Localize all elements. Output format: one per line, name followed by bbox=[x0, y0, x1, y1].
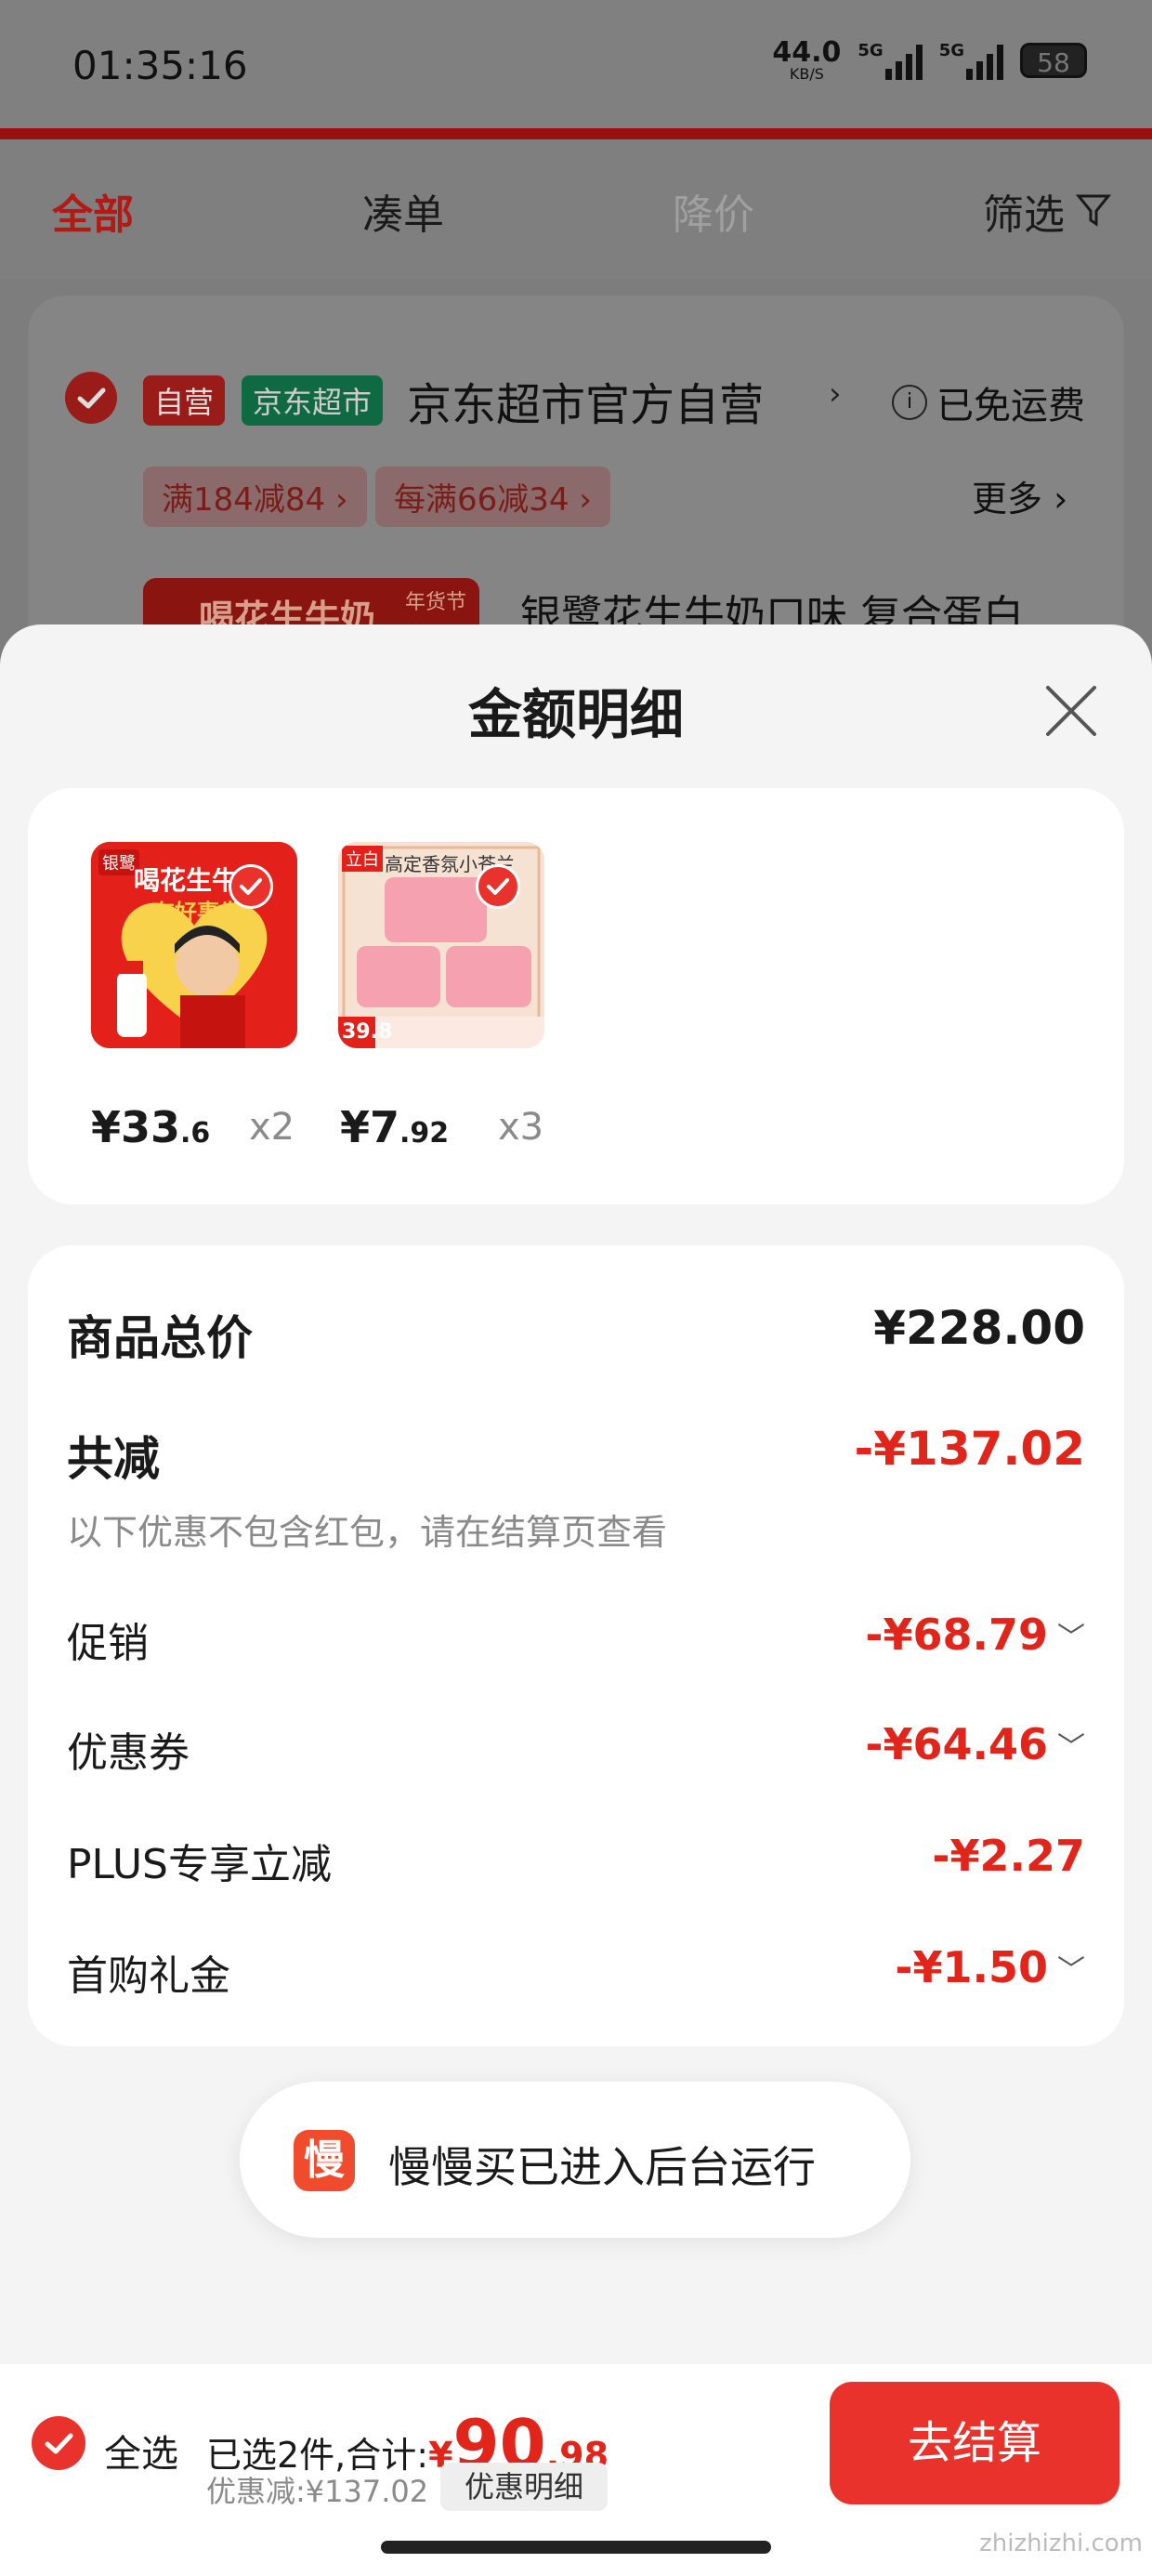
sheet-title: 金额明细 bbox=[467, 683, 684, 746]
product-check-icon[interactable] bbox=[476, 864, 520, 909]
close-button[interactable] bbox=[1039, 678, 1104, 743]
filter-button[interactable]: 筛选 bbox=[983, 181, 1111, 241]
watermark: zhizhizhi.com bbox=[979, 2530, 1143, 2557]
status-time: 01:35:16 bbox=[72, 43, 248, 88]
coupon-row-value[interactable]: -¥64.46 ﹀ bbox=[865, 1719, 1085, 1769]
chevron-down-icon: ﹀ bbox=[1057, 1622, 1085, 1654]
plus-label: PLUS专享立减 bbox=[67, 1841, 332, 1888]
total-value: ¥228.00 bbox=[873, 1301, 1085, 1355]
shop-name[interactable]: 京东超市官方自营 bbox=[407, 368, 764, 433]
saved-amount: 优惠减:¥137.02 bbox=[206, 2474, 429, 2509]
promo-label: 促销 bbox=[67, 1620, 149, 1667]
self-badge: 自营 bbox=[143, 375, 226, 426]
discount-note: 以下优惠不包含红包，请在结算页查看 bbox=[67, 1512, 668, 1553]
thumb-caption: 有好事发 bbox=[152, 900, 242, 926]
first-buy-label: 首购礼金 bbox=[67, 1952, 230, 2000]
chevron-down-icon: ﹀ bbox=[1057, 1731, 1085, 1764]
promo-tag[interactable]: 满184减84 › bbox=[143, 467, 367, 527]
market-badge: 京东超市 bbox=[242, 375, 384, 426]
thumb-price: 39.8 bbox=[342, 1020, 393, 1044]
coupon-label: 优惠券 bbox=[67, 1729, 190, 1777]
total-label: 商品总价 bbox=[67, 1311, 253, 1365]
select-all-label[interactable]: 全选 bbox=[104, 2424, 178, 2477]
home-indicator[interactable] bbox=[381, 2541, 771, 2554]
header-divider bbox=[0, 128, 1152, 139]
shop-arrow-icon: › bbox=[829, 375, 842, 413]
info-icon: i bbox=[892, 385, 927, 420]
promo-row-value[interactable]: -¥68.79 ﹀ bbox=[865, 1610, 1085, 1660]
discount-value: -¥137.02 bbox=[854, 1422, 1086, 1476]
select-all-check-icon[interactable] bbox=[32, 2416, 85, 2470]
more-link[interactable]: 更多 › bbox=[972, 470, 1067, 521]
signal-5g-1: 5G bbox=[857, 41, 923, 80]
tab-price-drop[interactable]: 降价 bbox=[673, 181, 754, 241]
plus-value: -¥2.27 bbox=[932, 1831, 1085, 1881]
shipping-info: i 已免运费 bbox=[892, 375, 1085, 429]
product-price: ¥33.6 bbox=[91, 1102, 211, 1152]
net-speed: 44.0 KB/S bbox=[772, 36, 842, 83]
signal-icon bbox=[884, 41, 923, 80]
discount-detail-button[interactable]: 优惠明细 bbox=[440, 2463, 608, 2511]
product-check-icon[interactable] bbox=[229, 864, 273, 909]
app-icon: 慢 bbox=[294, 2130, 355, 2191]
discount-label: 共减 bbox=[67, 1432, 160, 1486]
brand-logo: 立白 bbox=[342, 846, 383, 872]
product-qty: x3 bbox=[498, 1106, 544, 1149]
tab-bar bbox=[0, 139, 1152, 279]
product-qty: x2 bbox=[249, 1106, 295, 1149]
signal-icon bbox=[966, 41, 1003, 80]
checkout-button[interactable]: 去结算 bbox=[830, 2382, 1119, 2504]
first-buy-row-value[interactable]: -¥1.50 ﹀ bbox=[895, 1942, 1085, 1992]
status-indicators: 44.0 KB/S 5G 5G 58 bbox=[772, 39, 1087, 82]
tab-all[interactable]: 全部 bbox=[52, 181, 134, 241]
toast-text: 慢慢买已进入后台运行 bbox=[388, 2142, 816, 2192]
tab-bundle[interactable]: 凑单 bbox=[362, 181, 444, 241]
shop-check-icon[interactable] bbox=[65, 372, 117, 424]
chevron-down-icon: ﹀ bbox=[1057, 1954, 1085, 1987]
battery-icon: 58 bbox=[1020, 43, 1087, 78]
close-icon bbox=[1046, 686, 1096, 736]
product-price: ¥7.92 bbox=[340, 1102, 450, 1152]
signal-5g-2: 5G bbox=[939, 41, 1003, 80]
promo-tag[interactable]: 每满66减34 › bbox=[375, 467, 610, 527]
filter-icon bbox=[1076, 194, 1111, 227]
